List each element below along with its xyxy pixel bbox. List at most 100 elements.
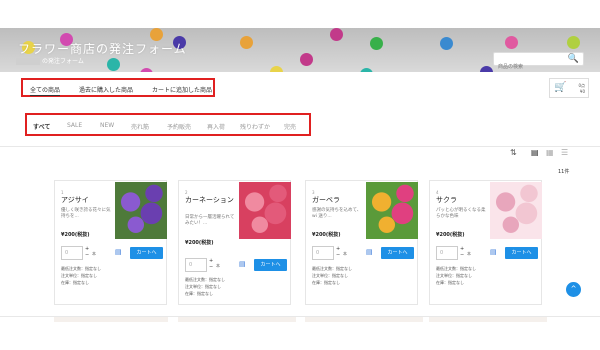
quantity-unit: 本 [92,251,96,256]
stock: 在庫：指定なし [61,280,89,285]
quantity-value: 0 [65,250,69,256]
next-row-card [305,317,423,322]
filter-tabs: すべて SALE NEW 売れ筋 予約販売 再入荷 残りわずか 完売 [25,113,311,136]
min-order: 最低注文数：指定なし [312,266,352,271]
product-number: 2 [185,190,188,195]
search-input[interactable] [494,61,564,73]
product-number: 3 [312,190,315,195]
banner-dot [270,66,283,72]
product-description: 感謝の気持ちを込めて、wi 送り... [312,208,362,219]
cart-total: ¥0 [579,89,585,94]
product-description: 優しく咲き誇る花々に気持ちを... [61,208,111,219]
lines-view-icon[interactable]: ☰ [561,148,568,157]
quantity-value: 0 [189,262,193,268]
product-meta: 最低注文数：指定なし 注文単位：指定なし 在庫：指定なし [436,265,476,286]
quantity-unit: 本 [216,263,220,268]
favorite-icon[interactable]: ▤ [490,248,497,256]
product-meta: 最低注文数：指定なし 注文単位：指定なし 在庫：指定なし [61,265,101,286]
filter-pre-order[interactable]: 予約販売 [167,122,191,131]
product-name[interactable]: ガーベラ [312,196,362,205]
stock: 在庫：指定なし [312,280,340,285]
filter-restock[interactable]: 再入荷 [207,122,225,131]
next-row-card [429,317,547,322]
filter-few-left[interactable]: 残りわずか [240,122,270,131]
banner-dot [480,66,493,72]
banner-dot [360,68,373,72]
next-row-card [54,317,168,322]
order-unit: 注文単位：指定なし [312,273,348,278]
filter-sale[interactable]: SALE [67,122,82,129]
quantity-unit: 本 [343,251,347,256]
shop-subtitle-text: の発注フォーム [42,58,84,65]
order-unit: 注文単位：指定なし [185,284,221,289]
shop-title[interactable]: フラワー商店の発注フォーム [18,40,187,57]
quantity-value: 0 [440,250,444,256]
quantity-value: 0 [316,250,320,256]
product-name[interactable]: アジサイ [61,196,111,205]
banner-dot [330,28,343,41]
quantity-input[interactable]: 0 [436,246,458,260]
stock: 在庫：指定なし [436,280,464,285]
product-description: 日常から一層活躍られてみたい！... [185,215,235,226]
banner-dot [440,37,453,50]
product-card[interactable]: 2 カーネーション 日常から一層活躍られてみたい！... ¥200(税抜) 0 … [178,180,291,305]
product-card[interactable]: 4 サクラ パッと心が明るくなる柔らかな色味 ¥200(税抜) 0 + − 本 ▤… [429,180,542,305]
product-image[interactable] [366,182,418,239]
product-card[interactable]: 1 アジサイ 優しく咲き誇る花々に気持ちを... ¥200(税抜) 0 + − 本… [54,180,167,305]
quantity-input[interactable]: 0 [61,246,83,260]
item-count: 11件 [558,169,570,175]
list-view-icon[interactable]: ▤ [531,148,539,157]
quantity-stepper[interactable]: + − [85,246,89,258]
quantity-unit: 本 [467,251,471,256]
add-to-cart-button[interactable]: カートへ [505,247,538,259]
filter-new[interactable]: NEW [100,122,114,129]
product-image[interactable] [239,182,291,239]
cart-icon[interactable]: 🛒 [554,82,566,93]
filter-all[interactable]: すべて [33,122,50,131]
product-meta: 最低注文数：指定なし 注文単位：指定なし 在庫：指定なし [312,265,352,286]
product-number: 1 [61,190,64,195]
tab-purchased-products[interactable]: 過去に購入した商品 [79,85,133,94]
banner-dot [300,53,313,66]
favorite-icon[interactable]: ▤ [239,260,246,268]
tab-cart-products[interactable]: カートに追加した商品 [152,85,212,94]
favorite-icon[interactable]: ▤ [366,248,373,256]
product-name[interactable]: サクラ [436,196,486,205]
search-icon[interactable]: 🔍 [568,54,579,64]
product-meta: 最低注文数：指定なし 注文単位：指定なし 在庫：指定なし [185,276,225,297]
tab-all-products[interactable]: 全ての商品 [30,85,61,96]
quantity-stepper[interactable]: + − [209,258,213,270]
next-row-card [178,317,296,322]
filter-best-seller[interactable]: 売れ筋 [131,122,149,131]
product-price: ¥200(税抜) [312,232,341,238]
product-name[interactable]: カーネーション [185,196,235,205]
add-to-cart-button[interactable]: カートへ [254,259,287,271]
banner-dot [240,36,253,49]
add-to-cart-button[interactable]: カートへ [130,247,163,259]
product-card[interactable]: 3 ガーベラ 感謝の気持ちを込めて、wi 送り... ¥200(税抜) 0 + −… [305,180,418,305]
banner-dot [567,36,580,49]
quantity-input[interactable]: 0 [312,246,334,260]
shop-subtitle: の発注フォーム [16,56,84,65]
product-image[interactable] [490,182,542,239]
product-price: ¥200(税抜) [436,232,465,238]
quantity-input[interactable]: 0 [185,258,207,272]
cart-summary[interactable]: 🛒 0点 ¥0 [549,78,589,98]
filter-sold-out[interactable]: 完売 [284,122,296,131]
grid-view-icon[interactable]: ▦ [546,148,554,157]
min-order: 最低注文数：指定なし [61,266,101,271]
add-to-cart-button[interactable]: カートへ [381,247,414,259]
product-tabs: 全ての商品 過去に購入した商品 カートに追加した商品 [21,78,215,97]
min-order: 最低注文数：指定なし [436,266,476,271]
sort-icon[interactable]: ⇅ [510,148,517,157]
favorite-icon[interactable]: ▤ [115,248,122,256]
product-number: 4 [436,190,439,195]
quantity-stepper[interactable]: + − [336,246,340,258]
product-description: パッと心が明るくなる柔らかな色味 [436,208,486,219]
scroll-top-button[interactable]: ^ [566,282,581,297]
banner-dot [505,36,518,49]
divider [0,146,600,147]
product-image[interactable] [115,182,167,239]
quantity-stepper[interactable]: + − [460,246,464,258]
search-box[interactable]: 🔍 [493,52,584,73]
